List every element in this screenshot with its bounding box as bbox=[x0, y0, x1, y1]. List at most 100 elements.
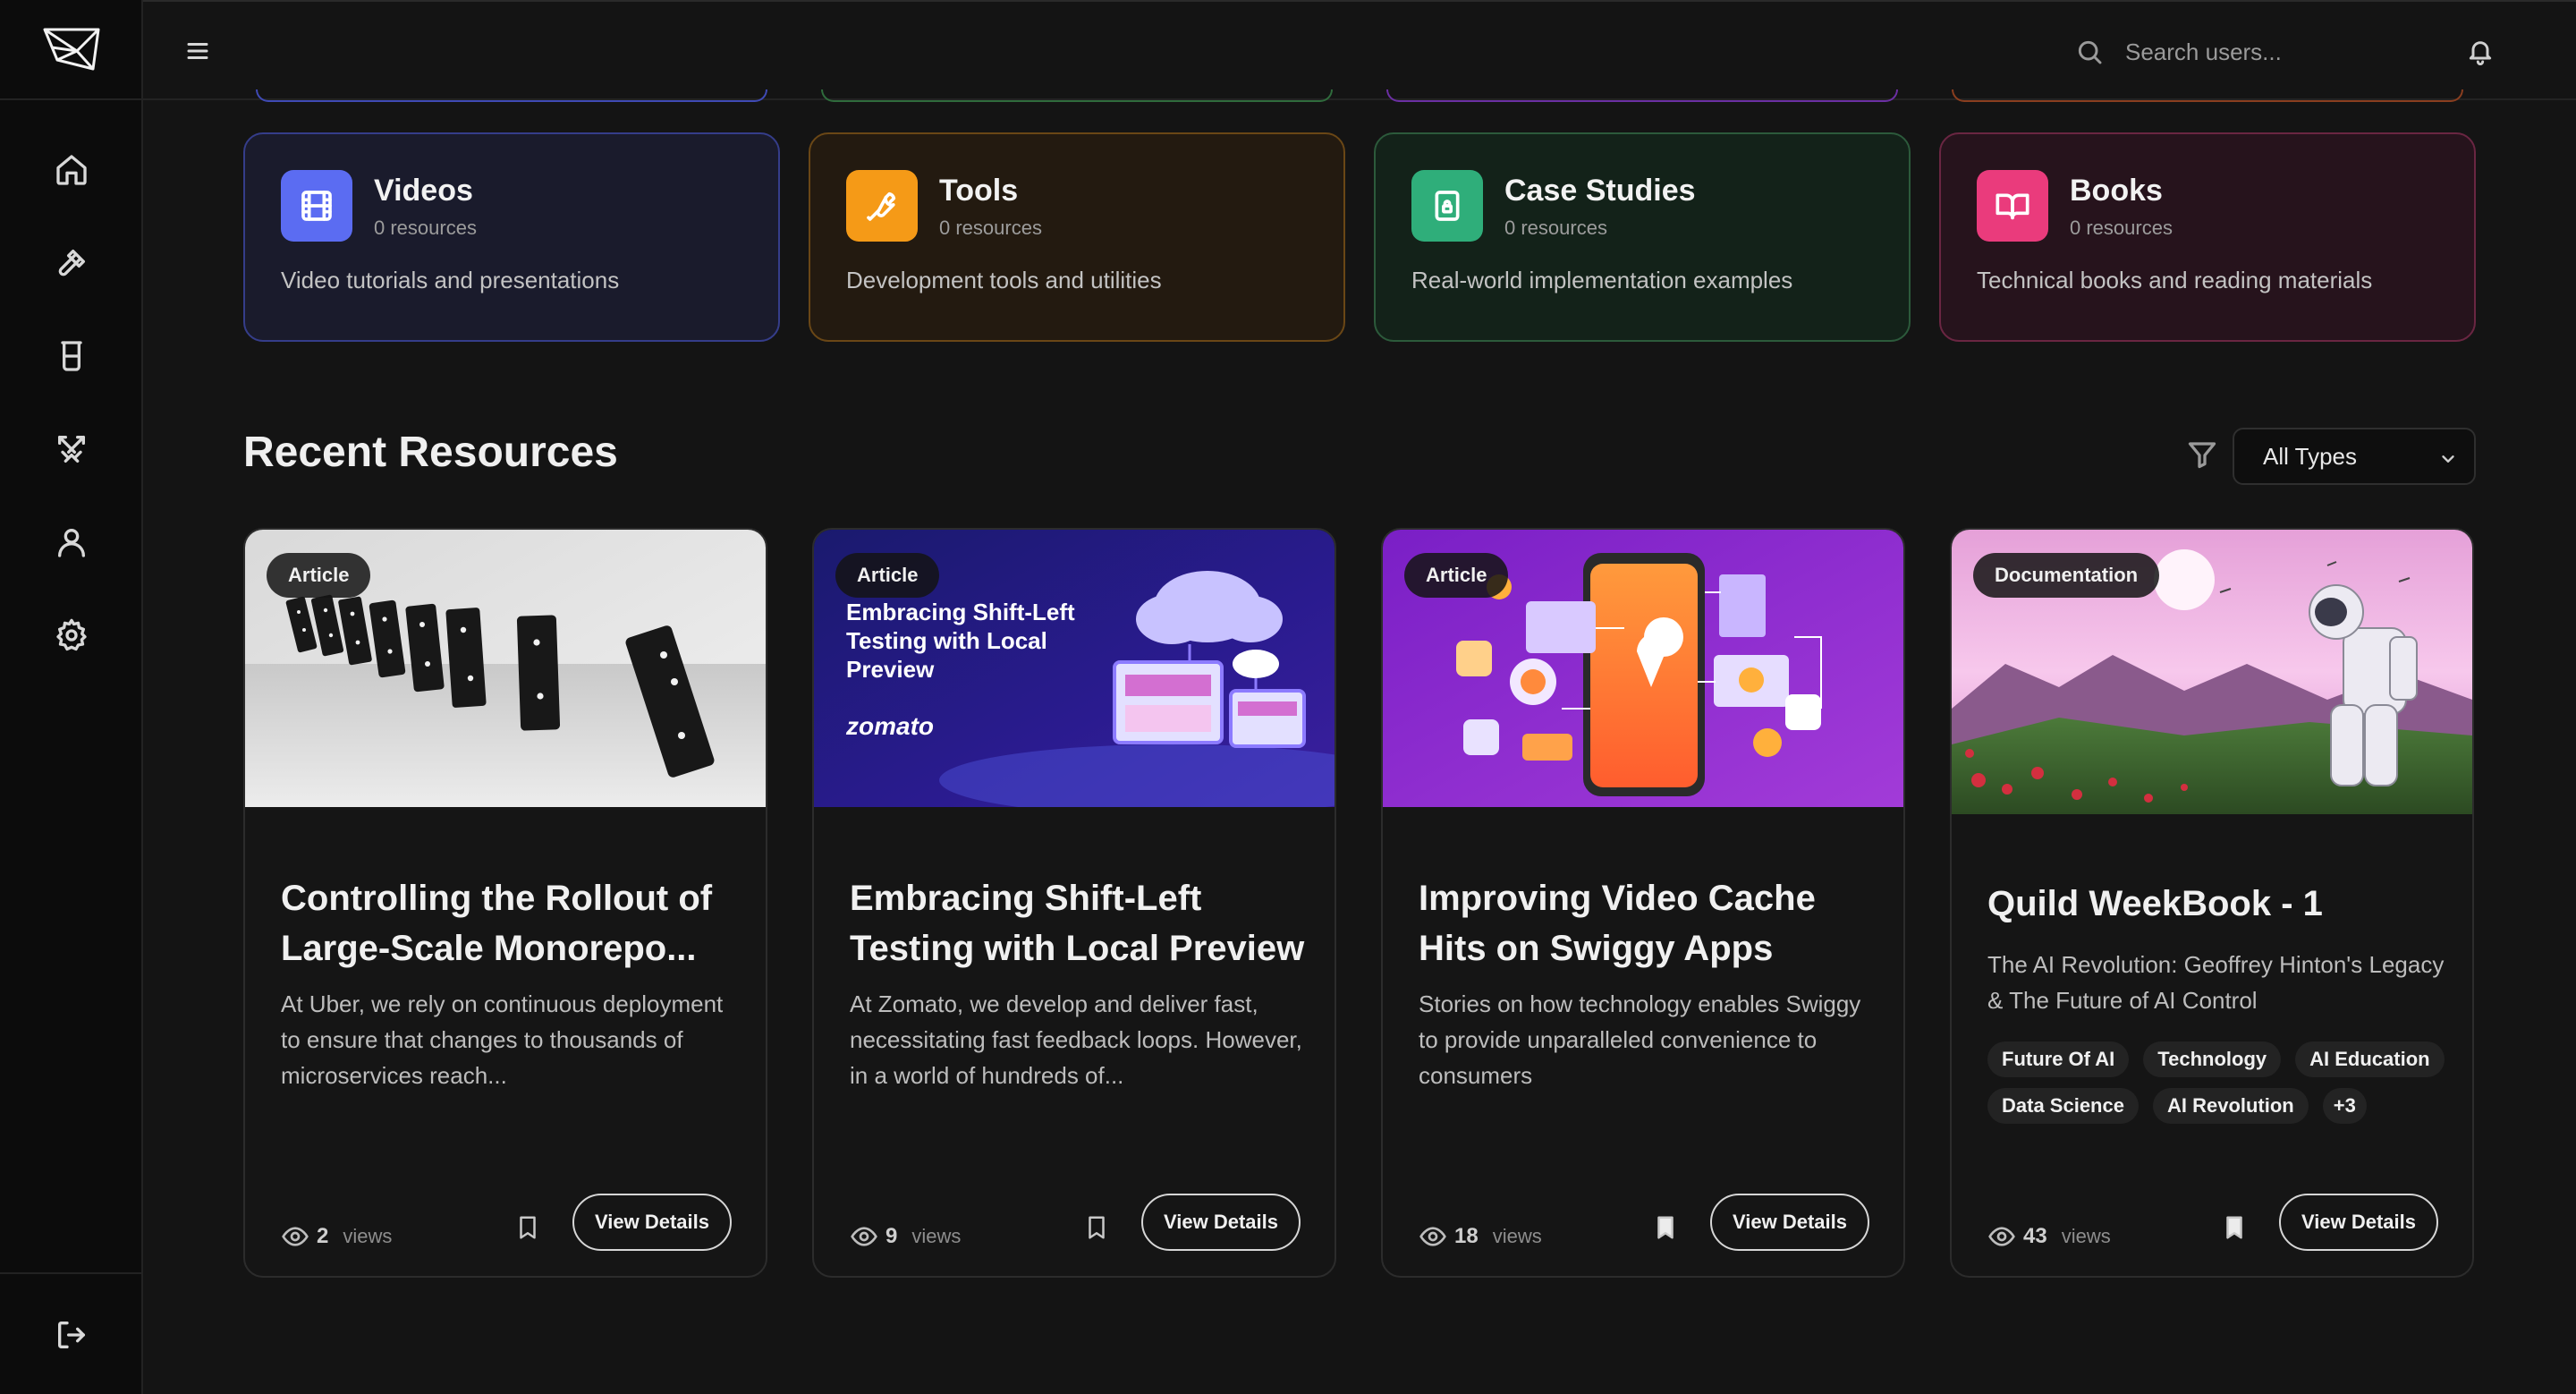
tag-chip[interactable]: AI Revolution bbox=[2152, 1088, 2309, 1124]
menu-toggle-button[interactable] bbox=[179, 32, 216, 70]
bell-icon bbox=[2469, 41, 2492, 65]
view-count-value: 18 bbox=[1454, 1224, 1479, 1248]
section-title: Recent Resources bbox=[243, 429, 618, 476]
resource-type-badge: Article bbox=[835, 553, 940, 598]
logout-icon bbox=[58, 1322, 86, 1348]
category-card-case-studies[interactable]: Case Studies 0 resources Real-world impl… bbox=[1374, 132, 1911, 342]
eye-icon bbox=[1419, 1227, 1446, 1246]
resource-type-badge: Documentation bbox=[1973, 553, 2160, 598]
sidebar-item-settings[interactable] bbox=[36, 599, 107, 671]
chevron-down-icon bbox=[2442, 455, 2454, 463]
resource-title: Controlling the Rollout of Large-Scale M… bbox=[281, 879, 713, 968]
category-icon-box bbox=[1977, 170, 2048, 242]
view-count-value: 2 bbox=[317, 1224, 329, 1248]
sidebar-item-challenges[interactable] bbox=[36, 413, 107, 485]
bookmark-icon bbox=[1089, 1216, 1105, 1239]
view-count-value: 43 bbox=[2023, 1224, 2047, 1248]
resource-card: Article Controlling the Rollout of Large… bbox=[243, 528, 767, 1278]
tag-chip[interactable]: Future Of AI bbox=[1987, 1041, 2130, 1077]
bookmark-filled-icon bbox=[1657, 1216, 1674, 1239]
partial-card-edge bbox=[1952, 89, 2463, 102]
beaker-icon bbox=[61, 341, 82, 371]
view-details-button[interactable]: View Details bbox=[1710, 1194, 1869, 1251]
view-details-button[interactable]: View Details bbox=[572, 1194, 732, 1251]
wrench-icon bbox=[867, 191, 896, 221]
view-count-value: 9 bbox=[886, 1224, 898, 1248]
notifications-button[interactable] bbox=[2462, 32, 2499, 70]
category-description: Video tutorials and presentations bbox=[281, 267, 620, 293]
resource-description: At Zomato, we develop and deliver fast, … bbox=[850, 990, 1302, 1089]
thumbnail-brand: zomato bbox=[846, 712, 934, 740]
bookmark-button[interactable] bbox=[2216, 1210, 2252, 1245]
resource-thumbnail: Documentation bbox=[1952, 530, 2472, 814]
type-filter-select[interactable]: All Types bbox=[2233, 428, 2476, 485]
search-input[interactable] bbox=[2125, 30, 2465, 73]
sidebar-item-profile[interactable] bbox=[36, 506, 107, 578]
logo-icon bbox=[43, 28, 100, 71]
gear-icon bbox=[56, 618, 87, 651]
tag-chip[interactable]: Technology bbox=[2143, 1041, 2282, 1077]
view-count-label: views bbox=[2061, 1225, 2111, 1247]
view-count: 2 views bbox=[281, 1220, 392, 1253]
sidebar-item-home[interactable] bbox=[36, 134, 107, 206]
category-count: 0 resources bbox=[374, 217, 477, 239]
view-details-button[interactable]: View Details bbox=[2279, 1194, 2438, 1251]
category-card-videos[interactable]: Videos 0 resources Video tutorials and p… bbox=[243, 132, 780, 342]
category-count: 0 resources bbox=[1504, 217, 1607, 239]
category-title: Tools bbox=[939, 174, 1019, 208]
bookmark-filled-icon bbox=[2226, 1216, 2242, 1239]
logout-button[interactable] bbox=[36, 1299, 107, 1371]
sidebar-item-lab[interactable] bbox=[36, 320, 107, 392]
clipboard-lock-icon bbox=[1435, 191, 1460, 221]
resource-title: Quild WeekBook - 1 bbox=[1987, 884, 2323, 923]
bookmark-button[interactable] bbox=[510, 1210, 546, 1245]
resource-card: Article Improving Video Cache Hits on Sw… bbox=[1381, 528, 1905, 1278]
bookmark-button[interactable] bbox=[1648, 1210, 1683, 1245]
swords-icon bbox=[58, 436, 86, 463]
category-icon-box bbox=[281, 170, 352, 242]
resource-card: Embracing Shift-Left Testing with Local … bbox=[812, 528, 1336, 1278]
app-logo[interactable] bbox=[0, 0, 143, 100]
tag-list: Future Of AI Technology AI Education Dat… bbox=[1987, 1041, 2453, 1124]
tag-chip[interactable]: Data Science bbox=[1987, 1088, 2139, 1124]
more-tags-chip[interactable]: +3 bbox=[2322, 1088, 2367, 1124]
view-count: 18 views bbox=[1419, 1220, 1542, 1253]
category-title: Books bbox=[2070, 174, 2163, 208]
sidebar-item-tools[interactable] bbox=[36, 227, 107, 299]
tag-chip[interactable]: AI Education bbox=[2295, 1041, 2445, 1077]
eye-icon bbox=[282, 1227, 309, 1246]
partial-card-edge bbox=[821, 89, 1333, 102]
resource-thumbnail: Embracing Shift-Left Testing with Local … bbox=[814, 530, 1335, 807]
view-count: 43 views bbox=[1987, 1220, 2111, 1253]
resource-title: Improving Video Cache Hits on Swiggy App… bbox=[1419, 879, 1816, 968]
thumbnail-headline: Embracing Shift-Left Testing with Local … bbox=[846, 599, 1075, 683]
resource-title: Embracing Shift-Left Testing with Local … bbox=[850, 879, 1305, 968]
partial-card-edge bbox=[256, 89, 767, 102]
category-description: Technical books and reading materials bbox=[1977, 267, 2373, 293]
category-title: Case Studies bbox=[1504, 174, 1696, 208]
category-count: 0 resources bbox=[2070, 217, 2173, 239]
category-card-tools[interactable]: Tools 0 resources Development tools and … bbox=[809, 132, 1345, 342]
search-bar bbox=[2075, 29, 2469, 75]
top-bar bbox=[143, 0, 2576, 100]
category-card-books[interactable]: Books 0 resources Technical books and re… bbox=[1939, 132, 2476, 342]
resource-thumbnail: Article bbox=[245, 530, 766, 807]
resource-card: Documentation Quild WeekBook - 1 The AI … bbox=[1950, 528, 2474, 1278]
book-open-icon bbox=[1996, 193, 2029, 220]
resource-thumbnail: Article bbox=[1383, 530, 1903, 807]
view-count-label: views bbox=[1492, 1225, 1542, 1247]
eye-icon bbox=[1988, 1227, 2015, 1246]
category-description: Real-world implementation examples bbox=[1411, 267, 1793, 293]
hammer-icon bbox=[58, 250, 86, 276]
category-count: 0 resources bbox=[939, 217, 1042, 239]
category-icon-box bbox=[1411, 170, 1483, 242]
view-count-label: views bbox=[911, 1225, 962, 1247]
view-count-label: views bbox=[343, 1225, 393, 1247]
resource-description: At Uber, we rely on continuous deploymen… bbox=[281, 990, 724, 1089]
view-details-button[interactable]: View Details bbox=[1141, 1194, 1301, 1251]
category-title: Videos bbox=[374, 174, 473, 208]
resource-type-badge: Article bbox=[1404, 553, 1509, 598]
view-count: 9 views bbox=[850, 1220, 961, 1253]
bookmark-button[interactable] bbox=[1079, 1210, 1114, 1245]
category-icon-box bbox=[846, 170, 918, 242]
